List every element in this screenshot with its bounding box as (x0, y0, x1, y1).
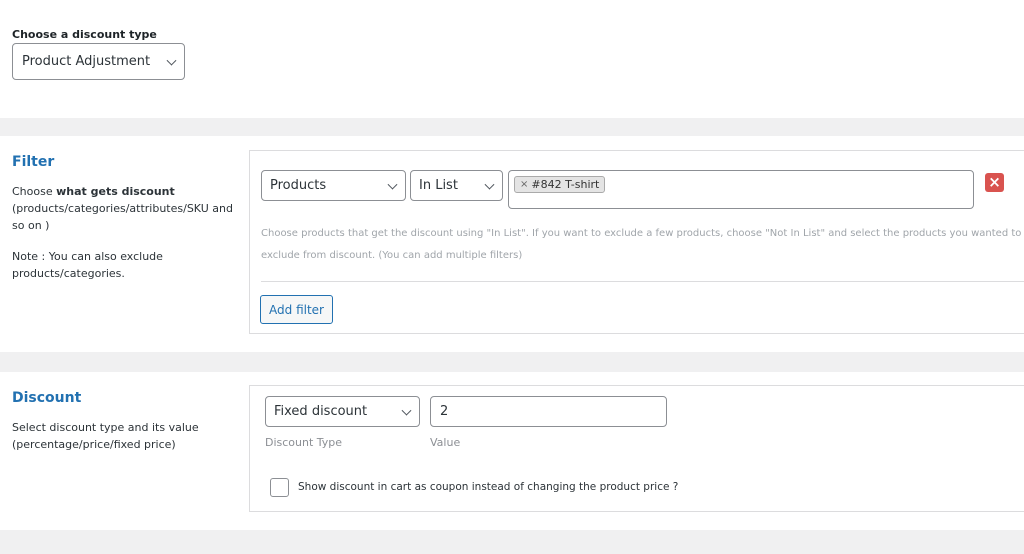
filter-help-text: Choose products that get the discount us… (261, 228, 1022, 261)
discount-type-sublabel: Discount Type (265, 436, 343, 449)
filter-description: Choose what gets discount (products/cate… (12, 183, 244, 234)
chevron-down-icon (387, 179, 398, 190)
discount-type-card: Choose a discount type Product Adjustmen… (0, 0, 1024, 118)
filter-desc-rest: (products/categories/attributes/SKU and … (12, 202, 233, 232)
filter-panel: Products In List × #842 T-shirt × Choose… (249, 150, 1024, 334)
discount-type-value: Product Adjustment (22, 54, 151, 69)
add-filter-button[interactable]: Add filter (260, 295, 333, 324)
filter-desc-bold: what gets discount (56, 185, 175, 198)
filter-note: Note : You can also exclude products/cat… (12, 250, 163, 280)
product-tag-label: #842 T-shirt (531, 178, 600, 191)
coupon-checkbox[interactable] (270, 478, 289, 497)
discount-title: Discount (12, 390, 82, 406)
remove-filter-button[interactable]: × (985, 173, 1004, 192)
discount-panel: Fixed discount 2 Discount Type Value Sho… (249, 385, 1024, 512)
filter-desc-prefix: Choose (12, 185, 57, 198)
coupon-checkbox-label[interactable]: Show discount in cart as coupon instead … (298, 481, 678, 493)
discount-description: Select discount type and its value (perc… (12, 421, 199, 451)
product-tag-input[interactable]: × #842 T-shirt (508, 170, 974, 209)
discount-value-sublabel: Value (430, 436, 461, 449)
product-tag: × #842 T-shirt (514, 176, 606, 193)
chevron-down-icon (484, 179, 495, 190)
filter-operator-value: In List (419, 178, 458, 193)
filter-operator-select[interactable]: In List (410, 170, 503, 201)
discount-mode-value: Fixed discount (274, 404, 368, 419)
filter-type-select[interactable]: Products (261, 170, 406, 201)
divider (261, 281, 1024, 282)
discount-section: Discount Select discount type and its va… (0, 372, 1024, 530)
tag-remove-icon[interactable]: × (520, 179, 528, 190)
chevron-down-icon (401, 405, 412, 416)
filter-title: Filter (12, 154, 55, 170)
filter-type-value: Products (270, 178, 327, 193)
discount-type-label: Choose a discount type (12, 28, 157, 41)
discount-mode-select[interactable]: Fixed discount (265, 396, 420, 427)
filter-section: Filter Choose what gets discount (produc… (0, 136, 1024, 352)
discount-value-input[interactable]: 2 (430, 396, 667, 427)
discount-type-select[interactable]: Product Adjustment (12, 43, 185, 80)
chevron-down-icon (166, 55, 177, 66)
